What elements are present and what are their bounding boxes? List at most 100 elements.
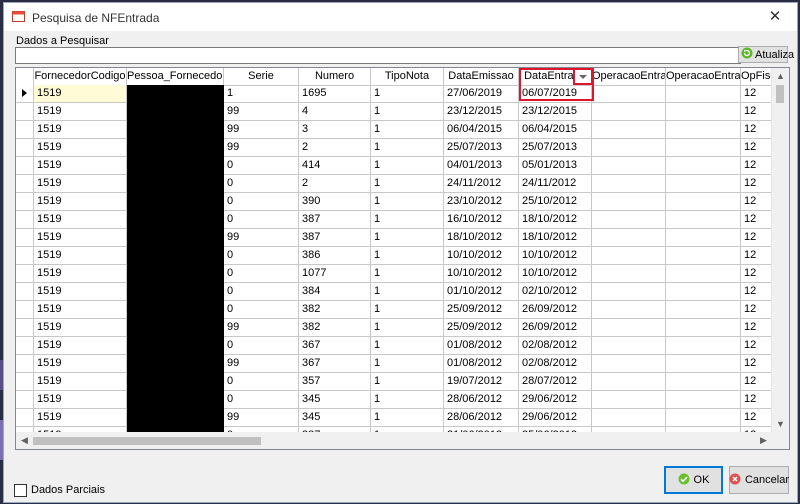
table-cell[interactable]: 1519 <box>34 391 127 409</box>
table-cell[interactable]: 02/08/2012 <box>519 355 592 373</box>
table-cell[interactable] <box>592 247 666 265</box>
column-header[interactable]: OperacaoEntradaC <box>592 68 666 86</box>
table-cell[interactable]: 386 <box>299 247 371 265</box>
row-header[interactable] <box>16 265 34 283</box>
table-cell[interactable]: 1519 <box>34 229 127 247</box>
horizontal-scroll-thumb[interactable] <box>33 437 261 445</box>
table-cell[interactable]: 1 <box>371 355 444 373</box>
table-cell[interactable]: 25/10/2012 <box>519 193 592 211</box>
table-cell[interactable]: 387 <box>299 211 371 229</box>
table-cell[interactable]: 25/07/2013 <box>519 139 592 157</box>
results-grid[interactable]: FornecedorCodigoPessoa_Fornecedor_NomSer… <box>15 67 790 450</box>
table-cell[interactable]: 1 <box>371 337 444 355</box>
table-cell[interactable]: 01/08/2012 <box>444 355 519 373</box>
partial-data-checkbox[interactable] <box>14 484 27 497</box>
cancel-button[interactable]: Cancelar <box>729 466 789 494</box>
table-cell[interactable]: 99 <box>224 121 299 139</box>
scroll-up-icon[interactable]: ▲ <box>772 68 789 85</box>
table-cell[interactable]: 1519 <box>34 301 127 319</box>
table-cell[interactable]: 3 <box>299 121 371 139</box>
table-cell[interactable]: 1519 <box>34 283 127 301</box>
scroll-down-icon[interactable]: ▼ <box>772 416 789 433</box>
row-header[interactable] <box>16 391 34 409</box>
row-header[interactable] <box>16 319 34 337</box>
redacted-cell[interactable] <box>127 265 224 283</box>
table-cell[interactable]: 99 <box>224 139 299 157</box>
table-cell[interactable] <box>666 301 741 319</box>
row-header[interactable] <box>16 337 34 355</box>
table-cell[interactable]: 1 <box>371 103 444 121</box>
row-header[interactable] <box>16 373 34 391</box>
table-cell[interactable] <box>666 337 741 355</box>
table-cell[interactable]: 06/07/2019 <box>519 85 592 103</box>
table-cell[interactable]: 99 <box>224 103 299 121</box>
dropdown-arrow-icon[interactable] <box>573 68 593 85</box>
table-cell[interactable]: 367 <box>299 355 371 373</box>
redacted-cell[interactable] <box>127 391 224 409</box>
redacted-cell[interactable] <box>127 301 224 319</box>
table-cell[interactable] <box>666 193 741 211</box>
table-cell[interactable] <box>592 175 666 193</box>
table-cell[interactable] <box>666 211 741 229</box>
table-cell[interactable]: 1 <box>371 283 444 301</box>
row-header[interactable] <box>16 283 34 301</box>
table-cell[interactable]: 99 <box>224 355 299 373</box>
table-cell[interactable]: 24/11/2012 <box>444 175 519 193</box>
table-cell[interactable]: 0 <box>224 157 299 175</box>
table-cell[interactable] <box>592 121 666 139</box>
table-cell[interactable]: 01/10/2012 <box>444 283 519 301</box>
row-header[interactable] <box>16 211 34 229</box>
refresh-button[interactable]: Atualiza <box>738 46 794 63</box>
table-cell[interactable]: 27/06/2019 <box>444 85 519 103</box>
redacted-cell[interactable] <box>127 121 224 139</box>
row-header[interactable] <box>16 247 34 265</box>
table-cell[interactable]: 384 <box>299 283 371 301</box>
table-cell[interactable]: 1519 <box>34 211 127 229</box>
table-cell[interactable]: 1519 <box>34 103 127 121</box>
row-header[interactable] <box>16 301 34 319</box>
table-cell[interactable]: 0 <box>224 247 299 265</box>
close-button[interactable]: ✕ <box>753 3 797 31</box>
table-cell[interactable]: 0 <box>224 391 299 409</box>
table-cell[interactable]: 1 <box>371 211 444 229</box>
table-cell[interactable]: 0 <box>224 175 299 193</box>
table-cell[interactable]: 02/10/2012 <box>519 283 592 301</box>
table-cell[interactable]: 24/11/2012 <box>519 175 592 193</box>
table-cell[interactable]: 345 <box>299 391 371 409</box>
table-cell[interactable]: 1 <box>371 85 444 103</box>
table-cell[interactable] <box>592 391 666 409</box>
table-cell[interactable]: 1 <box>371 229 444 247</box>
redacted-cell[interactable] <box>127 139 224 157</box>
redacted-cell[interactable] <box>127 211 224 229</box>
table-cell[interactable]: 19/07/2012 <box>444 373 519 391</box>
table-cell[interactable] <box>592 193 666 211</box>
table-cell[interactable]: 1 <box>371 247 444 265</box>
redacted-cell[interactable] <box>127 373 224 391</box>
table-cell[interactable]: 29/06/2012 <box>519 391 592 409</box>
table-cell[interactable]: 1519 <box>34 139 127 157</box>
column-header[interactable]: OperacaoEntrada_ <box>666 68 741 86</box>
redacted-cell[interactable] <box>127 409 224 427</box>
table-cell[interactable] <box>592 103 666 121</box>
table-cell[interactable] <box>592 373 666 391</box>
table-cell[interactable]: 1519 <box>34 355 127 373</box>
row-header[interactable] <box>16 103 34 121</box>
table-cell[interactable]: 01/08/2012 <box>444 337 519 355</box>
row-header[interactable] <box>16 355 34 373</box>
scroll-left-icon[interactable]: ◀ <box>16 432 33 449</box>
table-cell[interactable]: 1519 <box>34 157 127 175</box>
table-cell[interactable]: 1519 <box>34 121 127 139</box>
table-cell[interactable]: 06/04/2015 <box>519 121 592 139</box>
table-cell[interactable]: 28/06/2012 <box>444 409 519 427</box>
redacted-cell[interactable] <box>127 103 224 121</box>
table-cell[interactable]: 1519 <box>34 265 127 283</box>
table-cell[interactable]: 1 <box>371 409 444 427</box>
row-header[interactable] <box>16 175 34 193</box>
table-cell[interactable] <box>666 229 741 247</box>
row-header[interactable] <box>16 157 34 175</box>
table-cell[interactable]: 1519 <box>34 247 127 265</box>
table-cell[interactable] <box>666 247 741 265</box>
row-header[interactable] <box>16 139 34 157</box>
table-cell[interactable]: 0 <box>224 193 299 211</box>
table-cell[interactable]: 26/09/2012 <box>519 319 592 337</box>
